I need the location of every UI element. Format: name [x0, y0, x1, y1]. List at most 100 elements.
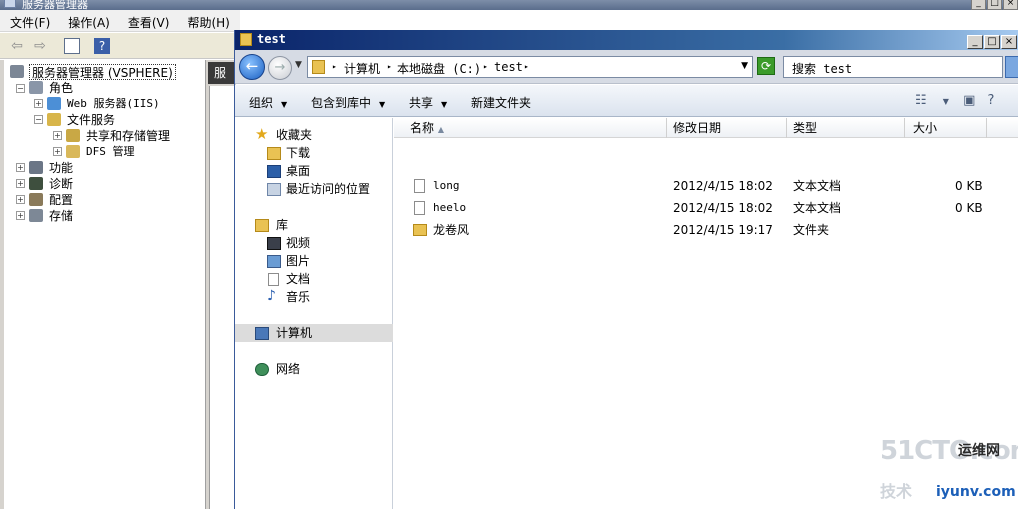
- address-dropdown-icon[interactable]: ▼: [741, 61, 748, 71]
- column-modified[interactable]: 修改日期: [667, 118, 787, 138]
- server-manager-window-buttons: _ □ ×: [970, 0, 1018, 10]
- nav-computer[interactable]: 计算机: [276, 324, 312, 342]
- expand-icon[interactable]: +: [16, 179, 25, 188]
- nav-downloads[interactable]: 下载: [286, 144, 310, 162]
- folder-icon: [413, 224, 427, 236]
- nav-recent[interactable]: 最近访问的位置: [286, 180, 370, 198]
- organize-button[interactable]: 组织 ▼: [249, 94, 287, 111]
- expand-icon[interactable]: +: [16, 163, 25, 172]
- file-modified: 2012/4/15 19:17: [673, 223, 773, 237]
- nav-videos[interactable]: 视频: [286, 234, 310, 252]
- collapse-icon[interactable]: −: [16, 84, 25, 93]
- nav-favorites[interactable]: 收藏夹: [276, 126, 312, 144]
- help-icon[interactable]: ?: [988, 93, 995, 108]
- chevron-right-icon[interactable]: ▸: [524, 62, 529, 71]
- recent-pages-dropdown-icon[interactable]: ▼: [295, 60, 302, 70]
- menu-help[interactable]: 帮助(H): [177, 10, 237, 31]
- file-row[interactable]: heelo 2012/4/15 18:02 文本文档 0 KB: [394, 197, 1018, 219]
- nav-network[interactable]: 网络: [276, 360, 300, 378]
- menu-file[interactable]: 文件(F): [0, 10, 58, 31]
- show-console-tree-icon[interactable]: [64, 38, 80, 54]
- preview-pane-icon[interactable]: ▣: [963, 93, 975, 108]
- help-icon[interactable]: ?: [94, 38, 110, 54]
- nav-music[interactable]: 音乐: [286, 288, 310, 306]
- diagnostics-icon: [29, 177, 43, 190]
- column-header-row: 名称 ▲ 修改日期 类型 大小: [394, 118, 1018, 138]
- star-icon: ★: [255, 125, 269, 143]
- configuration-icon: [29, 193, 43, 206]
- collapse-icon[interactable]: −: [34, 115, 43, 124]
- chevron-right-icon[interactable]: ▸: [387, 62, 392, 71]
- watermark-domain: iyunv.com: [936, 484, 1016, 500]
- pictures-icon: [267, 255, 281, 268]
- documents-icon: [268, 273, 279, 286]
- minimize-button[interactable]: _: [967, 35, 983, 49]
- change-view-icon[interactable]: ☷: [915, 93, 927, 108]
- file-modified: 2012/4/15 18:02: [673, 201, 773, 215]
- nav-libraries[interactable]: 库: [276, 216, 288, 234]
- details-pane-header: 服: [208, 62, 234, 84]
- share-label: 共享: [409, 96, 434, 110]
- refresh-icon[interactable]: ⟳: [757, 57, 775, 75]
- tree-diagnostics[interactable]: 诊断: [49, 176, 73, 192]
- roles-icon: [29, 81, 43, 94]
- command-bar: 组织 ▼ 包含到库中 ▼ 共享 ▼ 新建文件夹 ☷ ▼ ▣ ?: [235, 85, 1018, 117]
- search-icon[interactable]: [1005, 56, 1018, 78]
- share-button[interactable]: 共享 ▼: [409, 94, 447, 111]
- close-button[interactable]: ×: [1001, 35, 1017, 49]
- chevron-right-icon[interactable]: ▸: [332, 62, 337, 71]
- include-library-button[interactable]: 包含到库中 ▼: [311, 94, 385, 111]
- maximize-button[interactable]: □: [987, 0, 1002, 10]
- close-button[interactable]: ×: [1003, 0, 1018, 10]
- chevron-down-icon[interactable]: ▼: [943, 97, 949, 106]
- file-type: 文件夹: [793, 223, 830, 237]
- file-row[interactable]: 龙卷风 2012/4/15 19:17 文件夹: [394, 219, 1018, 241]
- file-type: 文本文档: [793, 201, 842, 215]
- breadcrumb-local-disk[interactable]: 本地磁盘 (C:): [397, 60, 481, 77]
- text-document-icon: [414, 179, 425, 193]
- tree-configuration[interactable]: 配置: [49, 192, 73, 208]
- menu-action[interactable]: 操作(A): [58, 10, 118, 31]
- explorer-titlebar[interactable]: test _ □ ×: [235, 30, 1018, 50]
- nav-documents[interactable]: 文档: [286, 270, 310, 288]
- expand-icon[interactable]: +: [16, 211, 25, 220]
- details-pane: [209, 86, 236, 509]
- tree-root[interactable]: 服务器管理器 (VSPHERE): [29, 64, 176, 80]
- forward-button[interactable]: →: [268, 56, 292, 80]
- tree-share-storage[interactable]: 共享和存储管理: [86, 128, 170, 144]
- column-size[interactable]: 大小: [905, 118, 987, 138]
- tree-web-server[interactable]: Web 服务器(IIS): [67, 96, 160, 112]
- watermark: 51CTO.com 运维网 技术 iyunv.com: [878, 436, 1018, 509]
- breadcrumb-test[interactable]: test: [494, 60, 523, 74]
- file-name: heelo: [433, 201, 467, 214]
- nav-desktop[interactable]: 桌面: [286, 162, 310, 180]
- expand-icon[interactable]: +: [53, 131, 62, 140]
- tree-dfs[interactable]: DFS 管理: [86, 144, 135, 160]
- back-arrow-icon[interactable]: ⇦: [8, 37, 26, 55]
- tree-features[interactable]: 功能: [49, 160, 73, 176]
- column-name[interactable]: 名称 ▲: [394, 118, 667, 138]
- server-manager-icon: [4, 0, 16, 8]
- column-type[interactable]: 类型: [787, 118, 905, 138]
- view-controls: ☷ ▼ ▣ ?: [915, 93, 994, 108]
- menu-view[interactable]: 查看(V): [118, 10, 178, 31]
- expand-icon[interactable]: +: [53, 147, 62, 156]
- expand-icon[interactable]: +: [34, 99, 43, 108]
- forward-arrow-icon[interactable]: ⇨: [31, 37, 49, 55]
- file-row[interactable]: long 2012/4/15 18:02 文本文档 0 KB: [394, 175, 1018, 197]
- new-folder-button[interactable]: 新建文件夹: [471, 94, 531, 111]
- maximize-button[interactable]: □: [984, 35, 1000, 49]
- downloads-icon: [267, 147, 281, 160]
- breadcrumb-computer[interactable]: 计算机: [344, 60, 380, 77]
- expand-icon[interactable]: +: [16, 195, 25, 204]
- tree-storage[interactable]: 存储: [49, 208, 73, 224]
- nav-pictures[interactable]: 图片: [286, 252, 310, 270]
- minimize-button[interactable]: _: [971, 0, 986, 10]
- tree-roles[interactable]: 角色: [49, 80, 73, 96]
- address-bar[interactable]: ▸ 计算机 ▸ 本地磁盘 (C:) ▸ test ▸ ▼: [307, 56, 753, 78]
- back-button[interactable]: ←: [239, 54, 265, 80]
- chevron-right-icon[interactable]: ▸: [483, 62, 488, 71]
- storage-icon: [29, 209, 43, 222]
- tree-file-services[interactable]: 文件服务: [67, 112, 115, 128]
- search-input[interactable]: 搜索 test: [783, 56, 1003, 78]
